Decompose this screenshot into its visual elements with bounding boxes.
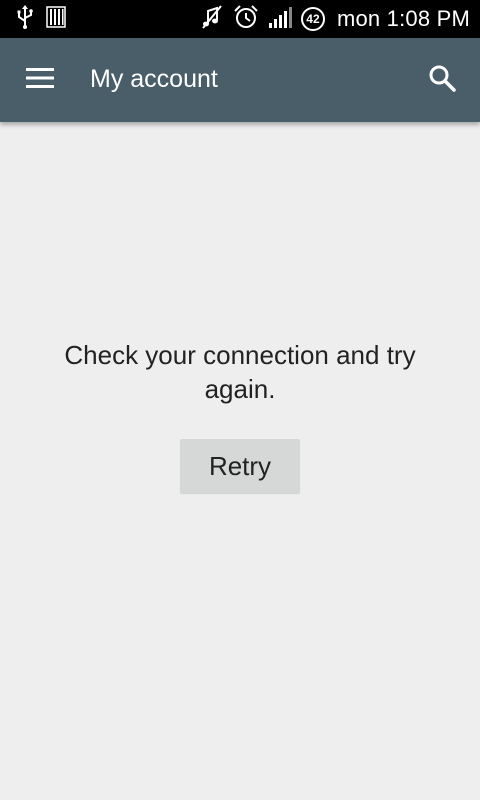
mute-icon: [199, 4, 225, 35]
content-area: Check your connection and try again. Ret…: [0, 122, 480, 800]
app-bar: My account: [0, 38, 480, 122]
battery-level: 42: [306, 12, 320, 26]
storage-icon: [46, 5, 66, 33]
page-title: My account: [90, 65, 218, 93]
status-left-icons: [16, 4, 66, 34]
retry-button[interactable]: Retry: [180, 439, 300, 493]
battery-icon: 42: [300, 7, 325, 31]
status-time: mon 1:08 PM: [336, 6, 470, 31]
status-right-icons: 42 mon 1:08 PM: [199, 4, 470, 34]
status-bar: 42 mon 1:08 PM: [0, 0, 480, 38]
signal-icon: [267, 4, 293, 35]
search-button[interactable]: [422, 60, 462, 100]
connection-error-message: Check your connection and try again.: [64, 340, 416, 404]
menu-button[interactable]: [20, 60, 60, 100]
search-icon: [428, 64, 456, 97]
alarm-icon: [233, 4, 259, 35]
usb-icon: [16, 4, 34, 34]
hamburger-menu-icon: [25, 66, 55, 95]
